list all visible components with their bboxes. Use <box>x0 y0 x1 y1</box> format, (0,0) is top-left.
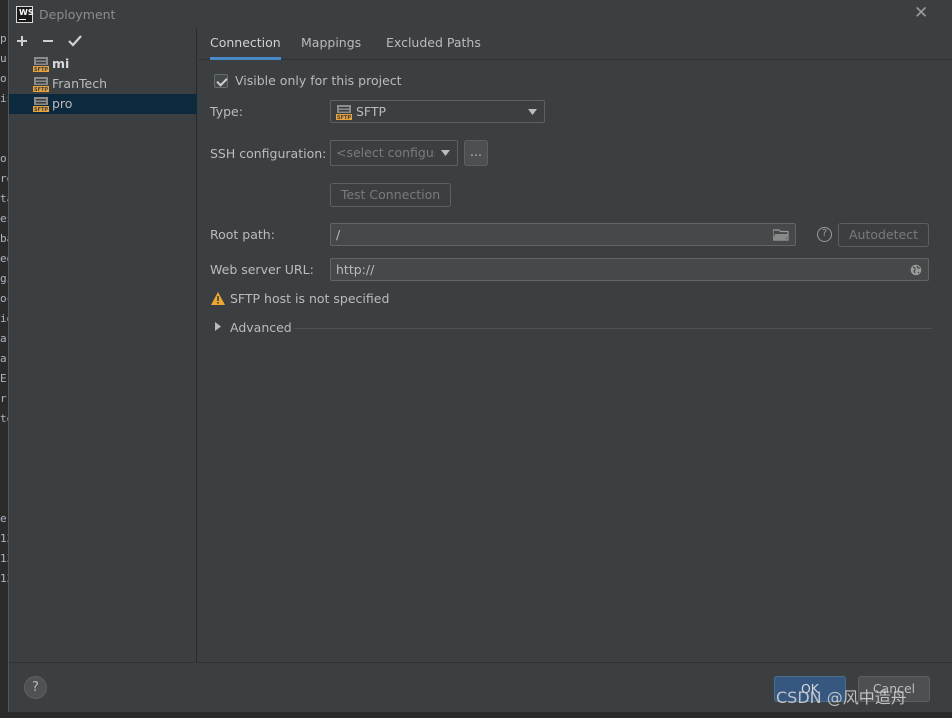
background-fragment: rr <box>0 392 8 405</box>
ssh-config-select[interactable]: <select configura <box>330 140 458 166</box>
server-item-label: pro <box>52 96 73 111</box>
root-path-value: / <box>336 227 341 242</box>
server-list-panel: SFTP mi SFTP FranTech SFTP pro <box>9 28 197 662</box>
sftp-icon: SFTP <box>336 105 352 120</box>
visible-only-label: Visible only for this project <box>235 73 402 88</box>
close-icon[interactable]: ✕ <box>914 5 928 22</box>
server-item-frantech[interactable]: SFTP FranTech <box>9 74 197 94</box>
minus-icon[interactable] <box>38 31 58 51</box>
advanced-divider <box>294 328 932 329</box>
plus-icon[interactable] <box>12 31 32 51</box>
background-fragment: to <box>0 412 8 425</box>
background-fragment: oc <box>0 292 8 305</box>
ssh-config-placeholder: <select configura <box>336 145 447 160</box>
server-item-pro[interactable]: SFTP pro <box>9 94 197 114</box>
globe-icon[interactable] <box>910 264 922 276</box>
deployment-dialog: WS Deployment ✕ SFTP mi SFTP FranTech SFTP pr… <box>8 0 952 712</box>
sftp-server-icon: SFTP <box>33 97 49 112</box>
title-bar: WS Deployment ✕ <box>9 0 952 28</box>
background-fragment: 13 <box>0 532 8 545</box>
background-fragment: p <box>0 32 7 45</box>
dialog-footer: ? OK Cancel <box>9 662 952 712</box>
background-fragment: is <box>0 92 8 105</box>
background-fragment: a <box>0 332 7 345</box>
autodetect-button[interactable]: Autodetect <box>838 223 929 247</box>
web-server-url-input[interactable]: http:// <box>330 258 929 281</box>
svg-text:SFTP: SFTP <box>34 87 48 92</box>
server-settings-panel: Connection Mappings Excluded Paths Visib… <box>198 28 952 662</box>
help-icon[interactable]: ? <box>817 227 832 242</box>
ssh-config-more-button[interactable]: ... <box>464 140 488 166</box>
folder-icon[interactable] <box>773 229 789 241</box>
root-path-input[interactable]: / <box>330 223 796 246</box>
background-fragment: es <box>0 212 8 225</box>
type-select[interactable]: SFTP SFTP <box>330 100 545 123</box>
background-fragment: er <box>0 512 8 525</box>
web-server-url-value: http:// <box>336 262 375 277</box>
server-item-label: FranTech <box>52 76 107 91</box>
background-fragment: ed <box>0 252 8 265</box>
background-fragment: 13 <box>0 572 8 585</box>
warning-icon <box>211 292 225 305</box>
background-fragment: o <box>0 152 7 165</box>
test-connection-button[interactable]: Test Connection <box>330 183 451 207</box>
chevron-down-icon <box>441 150 450 156</box>
background-fragment: id <box>0 312 8 325</box>
svg-text:SFTP: SFTP <box>337 115 351 120</box>
background-fragment: ba <box>0 232 8 245</box>
server-item-mi[interactable]: SFTP mi <box>9 54 197 74</box>
sftp-server-icon: SFTP <box>33 77 49 92</box>
visible-only-checkbox[interactable] <box>214 74 228 88</box>
background-fragment: E <box>0 372 7 385</box>
webstorm-logo: WS <box>16 6 34 23</box>
server-toolbar <box>9 28 197 54</box>
web-server-url-label: Web server URL: <box>210 262 314 277</box>
svg-text:SFTP: SFTP <box>34 107 48 112</box>
type-value: SFTP <box>356 104 387 119</box>
background-ide-strip: puoisorotaesbaedgiocidaaErrtoer131313 <box>0 0 8 718</box>
tab-connection[interactable]: Connection <box>210 28 281 60</box>
check-icon[interactable] <box>65 31 85 51</box>
server-list: SFTP mi SFTP FranTech SFTP pro <box>9 54 197 114</box>
type-label: Type: <box>210 104 243 119</box>
dialog-title: Deployment <box>39 7 116 22</box>
tab-excluded-paths[interactable]: Excluded Paths <box>386 28 481 60</box>
help-button[interactable]: ? <box>24 676 47 699</box>
svg-text:SFTP: SFTP <box>34 67 48 72</box>
background-fragment: o <box>0 72 7 85</box>
cancel-button[interactable]: Cancel <box>858 676 930 702</box>
background-fragment: ta <box>0 192 8 205</box>
background-fragment: u <box>0 52 7 65</box>
ssh-config-label: SSH configuration: <box>210 146 327 161</box>
chevron-right-icon[interactable] <box>215 322 221 331</box>
warning-message: SFTP host is not specified <box>230 291 390 306</box>
tab-bar: Connection Mappings Excluded Paths <box>198 28 952 60</box>
background-fragment: ro <box>0 172 8 185</box>
tab-mappings[interactable]: Mappings <box>301 28 361 60</box>
root-path-label: Root path: <box>210 227 275 242</box>
server-item-label: mi <box>52 56 70 71</box>
sftp-server-icon: SFTP <box>33 57 49 72</box>
ok-button[interactable]: OK <box>774 676 846 702</box>
chevron-down-icon <box>528 109 537 115</box>
advanced-section-toggle[interactable]: Advanced <box>230 320 292 335</box>
background-fragment: gi <box>0 272 8 285</box>
background-fragment: 13 <box>0 552 8 565</box>
background-fragment: a <box>0 352 7 365</box>
